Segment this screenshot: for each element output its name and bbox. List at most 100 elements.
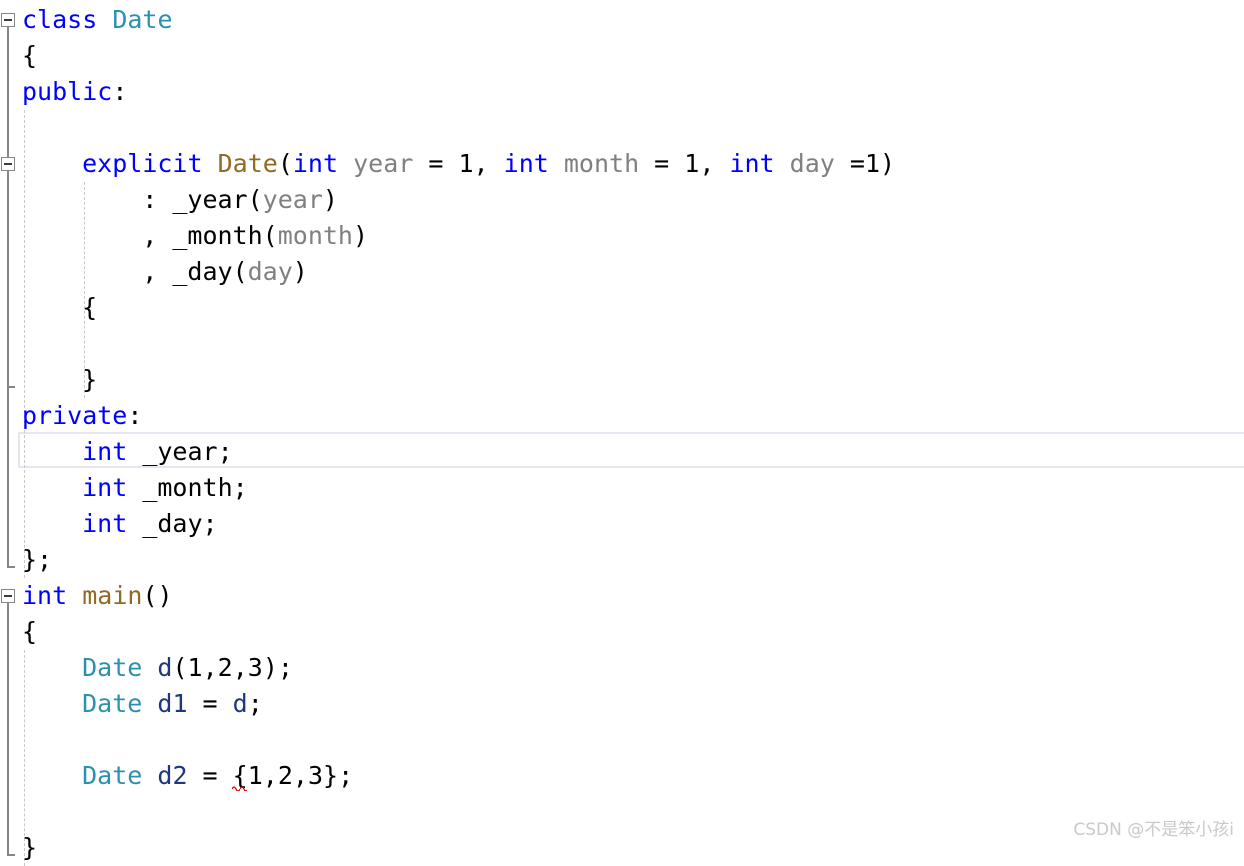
code-token: }; — [323, 761, 354, 790]
code-token: d2 — [157, 761, 188, 790]
code-token: = — [639, 149, 685, 178]
code-token: Date — [82, 761, 143, 790]
code-token: 1 — [864, 149, 880, 178]
code-token: 3 — [247, 653, 263, 682]
code-token: year — [353, 149, 414, 178]
code-token: }; — [22, 545, 53, 574]
code-token: , — [699, 149, 730, 178]
code-token: , — [142, 221, 173, 250]
code-token: 1 — [247, 761, 263, 790]
code-token: ; — [232, 473, 248, 502]
code-line[interactable]: int _year; — [82, 434, 233, 470]
code-line[interactable]: } — [22, 830, 37, 866]
code-token: } — [82, 365, 98, 394]
code-token: 1 — [187, 653, 203, 682]
code-token: int — [22, 581, 68, 610]
code-editor-surface[interactable]: class Date { public: explicit Date(int year… — [0, 0, 1244, 866]
code-line[interactable]: int _month; — [82, 470, 248, 506]
code-line[interactable]: : _year(year) — [142, 182, 338, 218]
code-token: = — [187, 761, 233, 790]
code-line[interactable]: explicit Date(int year = 1, int month = … — [82, 146, 895, 182]
code-line[interactable]: Date d(1,2,3); — [82, 650, 293, 686]
code-line[interactable]: }; — [22, 542, 52, 578]
code-line[interactable]: , _day(day) — [142, 254, 308, 290]
code-token: month — [277, 221, 353, 250]
code-token: int — [503, 149, 549, 178]
code-token: year — [262, 185, 323, 214]
code-token: ( — [232, 257, 248, 286]
code-token: { — [22, 617, 38, 646]
code-token: ( — [247, 185, 263, 214]
code-text-area[interactable]: class Date { public: explicit Date(int year… — [0, 0, 1244, 862]
code-token: 1 — [684, 149, 700, 178]
code-line[interactable]: { — [22, 614, 37, 650]
code-token: int — [292, 149, 339, 178]
code-token: public — [22, 77, 113, 106]
code-line[interactable]: Date d2 = {1,2,3}; — [82, 758, 353, 794]
code-token: { — [22, 41, 38, 70]
code-token: Date — [217, 149, 278, 178]
code-token: d1 — [157, 689, 188, 718]
code-token: Date — [82, 689, 143, 718]
code-token: int — [82, 473, 128, 502]
code-token: _month — [142, 473, 233, 502]
code-line[interactable]: private: — [22, 398, 142, 434]
code-token: _year — [142, 437, 218, 466]
code-line[interactable]: Date d1 = d; — [82, 686, 263, 722]
code-token: Date — [112, 5, 173, 34]
code-token: ; — [202, 509, 218, 538]
code-token: _year — [172, 185, 248, 214]
code-token: int — [82, 509, 128, 538]
code-token: ) — [352, 221, 369, 250]
code-token: private — [22, 401, 128, 430]
code-token: ) — [880, 149, 896, 178]
code-token: main — [82, 581, 143, 610]
code-token: , — [473, 149, 504, 178]
code-line[interactable]: int _day; — [82, 506, 218, 542]
code-token: ) — [292, 257, 308, 286]
code-token: Date — [82, 653, 143, 682]
code-token: , — [262, 761, 278, 790]
code-token: _month — [172, 221, 263, 250]
code-token: { — [82, 293, 98, 322]
code-token: = — [413, 149, 459, 178]
code-token: , — [202, 653, 218, 682]
code-token: ( — [277, 149, 293, 178]
code-token: ); — [262, 653, 293, 682]
code-line[interactable]: public: — [22, 74, 127, 110]
fold-region-end-tick — [7, 854, 15, 856]
code-token: , — [232, 653, 248, 682]
code-token: 2 — [217, 653, 233, 682]
code-token: month — [563, 149, 640, 178]
code-token: day — [247, 257, 293, 286]
code-token: class — [22, 5, 98, 34]
code-token: 2 — [277, 761, 293, 790]
code-token: int — [82, 437, 128, 466]
code-line[interactable]: { — [22, 38, 37, 74]
code-token: : — [142, 185, 173, 214]
code-token: , — [142, 257, 173, 286]
code-token: _day — [172, 257, 233, 286]
code-line[interactable]: } — [82, 362, 97, 398]
code-line[interactable]: { — [82, 290, 97, 326]
code-line[interactable]: int main() — [22, 578, 173, 614]
error-squiggle — [232, 785, 248, 791]
code-line[interactable]: , _month(month) — [142, 218, 368, 254]
code-token: = — [187, 689, 233, 718]
code-line[interactable]: class Date — [22, 2, 173, 38]
code-token: 1 — [458, 149, 474, 178]
code-token: ; — [247, 689, 263, 718]
code-token: : — [112, 77, 128, 106]
code-token: ; — [217, 437, 233, 466]
